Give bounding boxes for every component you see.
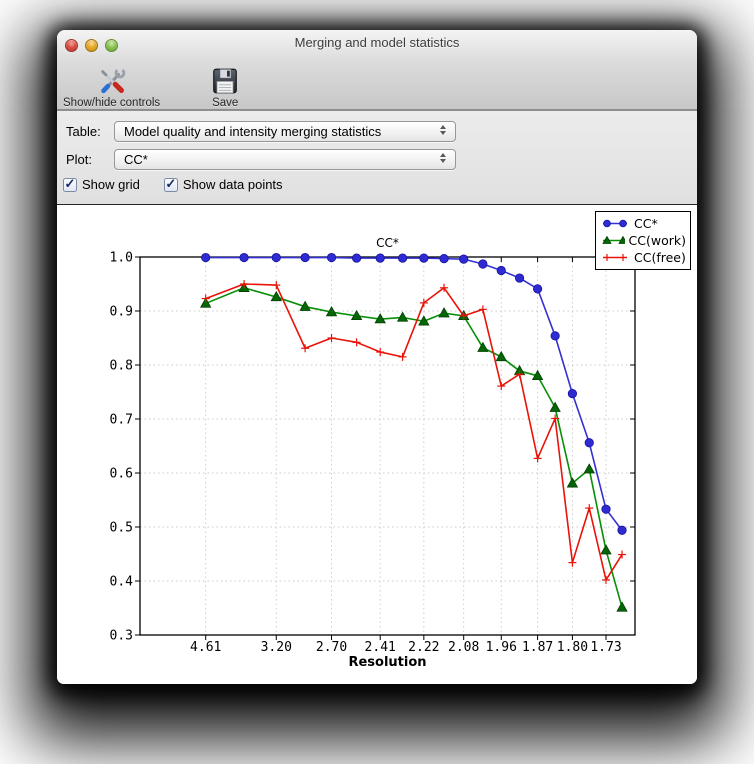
checkbox-label: Show data points — [182, 177, 283, 192]
window-chrome: Merging and model statistics Show/hide c… — [57, 30, 697, 110]
svg-text:0.9: 0.9 — [110, 305, 133, 320]
plot-label: Plot: — [66, 152, 93, 167]
table-select-value: Model quality and intensity merging stat… — [124, 124, 382, 139]
chart-svg: 4.61 3.20 2.70 2.41 2.22 2.08 1.96 1.87 1.80 1.73… — [110, 236, 636, 670]
svg-text:1.0: 1.0 — [110, 251, 133, 266]
checkbox-checked-icon: ✓ — [163, 175, 178, 192]
checkbox-row: ✓ Show grid ✓ Show data points — [63, 177, 283, 192]
checkbox-checked-icon: ✓ — [63, 175, 77, 192]
checkbox-label: Show grid — [82, 177, 140, 192]
show-hide-controls-button[interactable]: Show/hide controls — [63, 66, 160, 109]
svg-text:1.80: 1.80 — [557, 640, 588, 655]
chart-legend: CC* CC(work) CC(free) — [595, 211, 691, 270]
plot-select-value: CC* — [124, 152, 148, 167]
plot-canvas: 4.61 3.20 2.70 2.41 2.22 2.08 1.96 1.87 1.80 1.73… — [57, 206, 697, 684]
toolbar: Show/hide controls Save — [57, 56, 697, 112]
svg-text:1.96: 1.96 — [486, 640, 517, 655]
combo-arrows-icon — [440, 153, 446, 163]
combo-arrows-icon — [440, 125, 446, 135]
svg-text:0.6: 0.6 — [110, 467, 133, 482]
legend-marker-icon — [603, 254, 627, 261]
legend-entry: CC* — [600, 215, 686, 232]
window-title: Merging and model statistics — [294, 35, 460, 50]
svg-text:CC*: CC* — [376, 236, 399, 250]
toolbar-button-label: Save — [212, 97, 239, 109]
legend-label: CC* — [634, 216, 658, 231]
minimize-button[interactable] — [85, 39, 98, 52]
save-button[interactable]: Save — [208, 66, 242, 109]
svg-text:2.08: 2.08 — [448, 640, 479, 655]
legend-entry: CC(free) — [600, 249, 686, 266]
floppy-icon — [213, 68, 238, 94]
svg-text:4.61: 4.61 — [190, 640, 221, 655]
legend-label: CC(work) — [628, 233, 686, 248]
svg-text:3.20: 3.20 — [261, 640, 292, 655]
show-data-points-checkbox[interactable]: ✓ Show data points — [163, 175, 283, 192]
svg-text:2.22: 2.22 — [408, 640, 439, 655]
show-grid-checkbox[interactable]: ✓ Show grid — [63, 177, 140, 192]
legend-label: CC(free) — [634, 250, 686, 265]
legend-entry: CC(work) — [600, 232, 686, 249]
controls-panel: Table: Model quality and intensity mergi… — [57, 110, 697, 205]
svg-text:1.73: 1.73 — [590, 640, 621, 655]
legend-marker-icon — [602, 235, 625, 244]
plot-select[interactable]: CC* — [114, 149, 456, 170]
legend-marker-icon — [603, 219, 627, 228]
table-label: Table: — [66, 124, 101, 139]
svg-text:0.3: 0.3 — [110, 629, 133, 644]
close-button[interactable] — [65, 39, 78, 52]
svg-text:0.4: 0.4 — [110, 575, 134, 590]
svg-text:0.8: 0.8 — [110, 359, 133, 374]
svg-text:2.41: 2.41 — [365, 640, 396, 655]
svg-text:0.5: 0.5 — [110, 521, 133, 536]
svg-text:0.7: 0.7 — [110, 413, 133, 428]
traffic-lights — [65, 39, 118, 52]
app-window: Merging and model statistics Show/hide c… — [57, 30, 697, 684]
svg-text:2.70: 2.70 — [316, 640, 347, 655]
tools-icon — [100, 67, 125, 94]
svg-text:Resolution: Resolution — [348, 655, 426, 670]
svg-text:1.87: 1.87 — [522, 640, 553, 655]
titlebar[interactable]: Merging and model statistics — [57, 30, 697, 56]
table-select[interactable]: Model quality and intensity merging stat… — [114, 121, 456, 142]
toolbar-button-label: Show/hide controls — [63, 97, 161, 109]
